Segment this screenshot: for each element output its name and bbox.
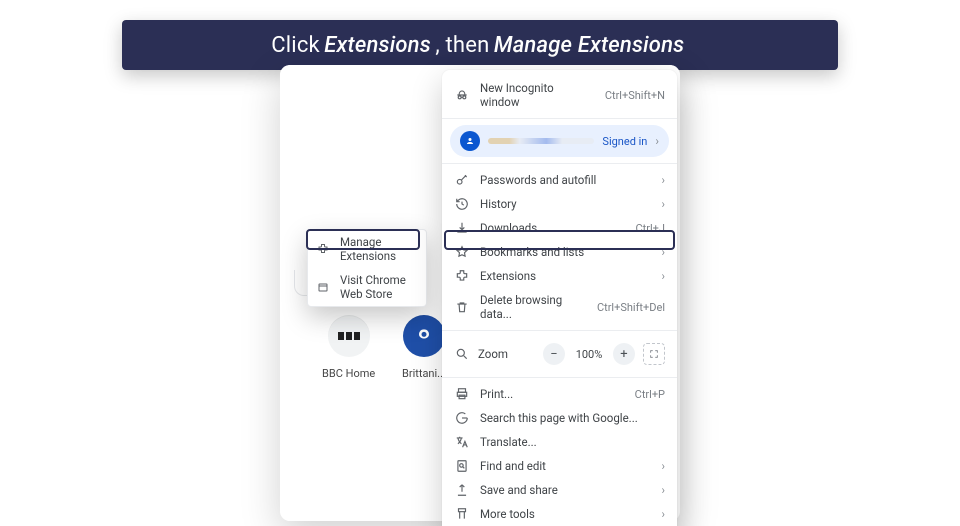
history-icon	[454, 197, 470, 211]
menu-shortcut: Ctrl+P	[635, 388, 665, 401]
zoom-icon	[454, 347, 470, 361]
menu-label: History	[480, 197, 652, 211]
menu-history[interactable]: History ›	[442, 192, 677, 216]
menu-save-share[interactable]: Save and share ›	[442, 478, 677, 502]
menu-label: Downloads	[480, 221, 626, 235]
menu-shortcut: Ctrl+Shift+Del	[597, 301, 665, 314]
banner-text-1: Click	[271, 33, 320, 58]
menu-delete-browsing-data[interactable]: Delete browsing data... Ctrl+Shift+Del	[442, 288, 677, 326]
banner-em-2: Manage Extensions	[494, 33, 685, 58]
trash-icon	[454, 300, 470, 314]
divider	[442, 118, 677, 119]
key-icon	[454, 173, 470, 187]
print-icon	[454, 387, 470, 401]
shortcut-bbc[interactable]: BBC Home	[322, 315, 375, 380]
incognito-icon	[454, 88, 470, 102]
google-icon	[454, 411, 470, 425]
puzzle-icon	[316, 243, 330, 255]
zoom-out-button[interactable]: −	[543, 343, 565, 365]
menu-shortcut: Ctrl+Shift+N	[605, 89, 665, 102]
divider	[442, 377, 677, 378]
divider	[442, 163, 677, 164]
bbc-icon	[328, 315, 370, 357]
menu-label: Passwords and autofill	[480, 173, 652, 187]
translate-icon	[454, 435, 470, 449]
chevron-right-icon: ›	[662, 245, 665, 259]
web-store-icon	[316, 281, 330, 293]
menu-label: More tools	[480, 507, 652, 521]
shortcut-brittani[interactable]: Brittani...	[402, 315, 446, 380]
menu-more-tools[interactable]: More tools ›	[442, 502, 677, 526]
divider	[442, 330, 677, 331]
menu-label: Translate...	[480, 435, 665, 449]
account-row[interactable]: Signed in ›	[450, 125, 669, 157]
menu-label: New Incognito window	[480, 81, 595, 109]
zoom-label: Zoom	[478, 347, 535, 361]
menu-label: Bookmarks and lists	[480, 245, 652, 259]
shortcut-label: Brittani...	[402, 367, 446, 380]
puzzle-icon	[454, 269, 470, 283]
menu-manage-extensions[interactable]: Manage Extensions	[308, 230, 426, 268]
menu-bookmarks[interactable]: Bookmarks and lists ›	[442, 240, 677, 264]
chevron-right-icon: ›	[662, 197, 665, 211]
menu-label: Save and share	[480, 483, 652, 497]
menu-label: Find and edit	[480, 459, 652, 473]
menu-print[interactable]: Print... Ctrl+P	[442, 382, 677, 406]
menu-visit-web-store[interactable]: Visit Chrome Web Store	[308, 268, 426, 306]
menu-passwords[interactable]: Passwords and autofill ›	[442, 168, 677, 192]
menu-label: Print...	[480, 387, 625, 401]
zoom-row: Zoom − 100% +	[442, 335, 677, 373]
menu-label: Visit Chrome Web Store	[340, 273, 418, 301]
menu-label: Search this page with Google...	[480, 411, 665, 425]
signed-in-status: Signed in	[602, 135, 647, 148]
fullscreen-button[interactable]	[643, 343, 665, 365]
shortcut-label: BBC Home	[322, 367, 375, 380]
find-icon	[454, 459, 470, 473]
account-name-redacted	[488, 138, 594, 144]
chevron-right-icon: ›	[662, 459, 665, 473]
extensions-submenu: Manage Extensions Visit Chrome Web Store	[307, 229, 427, 307]
tools-icon	[454, 507, 470, 521]
banner-text-2: , then	[435, 33, 489, 58]
zoom-percent: 100%	[573, 348, 605, 361]
chevron-right-icon: ›	[662, 173, 665, 187]
chrome-main-menu: New Incognito window Ctrl+Shift+N Signed…	[442, 70, 677, 526]
share-icon	[454, 483, 470, 497]
menu-label: Delete browsing data...	[480, 293, 587, 321]
download-icon	[454, 221, 470, 235]
chevron-right-icon: ›	[662, 507, 665, 521]
star-icon	[454, 245, 470, 259]
menu-label: Extensions	[480, 269, 652, 283]
chevron-right-icon: ›	[662, 483, 665, 497]
menu-label: Manage Extensions	[340, 235, 418, 263]
menu-extensions[interactable]: Extensions ›	[442, 264, 677, 288]
menu-find-edit[interactable]: Find and edit ›	[442, 454, 677, 478]
instruction-banner: Click Extensions , then Manage Extension…	[122, 20, 838, 70]
chevron-right-icon: ›	[655, 134, 659, 148]
zoom-in-button[interactable]: +	[613, 343, 635, 365]
menu-translate[interactable]: Translate...	[442, 430, 677, 454]
menu-downloads[interactable]: Downloads Ctrl+J	[442, 216, 677, 240]
menu-search-google[interactable]: Search this page with Google...	[442, 406, 677, 430]
brittani-icon	[403, 315, 445, 357]
chevron-right-icon: ›	[662, 269, 665, 283]
menu-new-incognito[interactable]: New Incognito window Ctrl+Shift+N	[442, 76, 677, 114]
menu-shortcut: Ctrl+J	[636, 222, 665, 235]
avatar	[460, 131, 480, 151]
banner-em-1: Extensions	[324, 33, 431, 58]
